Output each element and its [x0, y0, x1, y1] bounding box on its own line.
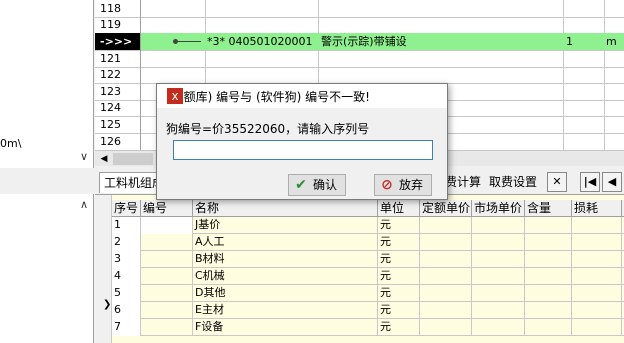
- row-number: 123: [95, 83, 141, 100]
- item-quantity: 1: [566, 35, 573, 48]
- serial-mismatch-dialog: (定额库) 编号与 (软件狗) 编号不一致! x 狗编号=价35522060，请…: [156, 83, 448, 200]
- row-unit: 元: [378, 268, 420, 285]
- row-number: 124: [95, 99, 141, 116]
- dialog-titlebar[interactable]: (定额库) 编号与 (软件狗) 编号不一致! x: [157, 84, 447, 108]
- resource-grid-header: 序号 编号 名称 单位 定额单价 市场单价 含量 损耗: [112, 200, 624, 217]
- header-unit[interactable]: 单位: [378, 200, 420, 217]
- row-no: 2: [112, 234, 141, 251]
- header-code[interactable]: 编号: [141, 200, 193, 217]
- scroll-left-icon[interactable]: ◀: [97, 152, 111, 166]
- item-code: *3* 040501020001: [207, 35, 313, 48]
- row-name: B材料: [193, 251, 378, 268]
- header-market-price[interactable]: 市场单价: [472, 200, 525, 217]
- table-row[interactable]: 1 J基价 元: [112, 217, 624, 234]
- close-button[interactable]: x: [167, 88, 183, 104]
- row-selector-strip[interactable]: [95, 195, 112, 343]
- table-row[interactable]: 118: [95, 0, 624, 18]
- row-unit: 元: [378, 234, 420, 251]
- row-number: ->>>: [95, 33, 141, 50]
- prev-page-icon[interactable]: ◀: [602, 172, 622, 192]
- confirm-label: 确认: [313, 178, 338, 192]
- row-unit: 元: [378, 251, 420, 268]
- table-row[interactable]: 3 B材料 元: [112, 251, 624, 268]
- header-name[interactable]: 名称: [193, 200, 378, 217]
- header-no[interactable]: 序号: [112, 200, 141, 217]
- item-name: 警示(示踪)带铺设: [321, 35, 407, 48]
- row-name: F设备: [193, 319, 378, 336]
- table-row-current[interactable]: ->>> *3* 040501020001 警示(示踪)带铺设 1 m: [95, 33, 624, 51]
- left-tree-panel[interactable]: 0m\ ∨: [0, 0, 94, 168]
- close-icon[interactable]: ✕: [547, 172, 567, 192]
- scroll-thumb[interactable]: [113, 153, 153, 165]
- row-number: 126: [95, 133, 141, 150]
- header-content[interactable]: 含量: [525, 200, 572, 217]
- row-unit: 元: [378, 285, 420, 302]
- left-lower-panel[interactable]: ∧: [0, 194, 94, 343]
- row-name: E主材: [193, 302, 378, 319]
- table-row[interactable]: 2 A人工 元: [112, 234, 624, 251]
- table-row[interactable]: 6 E主材 元: [112, 302, 624, 319]
- row-unit: 元: [378, 302, 420, 319]
- row-name: A人工: [193, 234, 378, 251]
- row-name: D其他: [193, 285, 378, 302]
- row-name: C机械: [193, 268, 378, 285]
- row-no: 1: [112, 217, 141, 234]
- dialog-title: (定额库) 编号与 (软件狗) 编号不一致!: [167, 90, 370, 104]
- row-no: 6: [112, 302, 141, 319]
- header-loss[interactable]: 损耗: [572, 200, 622, 217]
- table-row[interactable]: 5 D其他 元: [112, 285, 624, 302]
- chevron-down-icon[interactable]: ∨: [80, 150, 88, 163]
- row-number: 125: [95, 116, 141, 133]
- row-number: 122: [95, 66, 141, 83]
- row-no: 4: [112, 268, 141, 285]
- tree-path-text: 0m\: [0, 137, 22, 150]
- serial-number-input[interactable]: [173, 140, 433, 160]
- table-row[interactable]: 7 F设备 元: [112, 319, 624, 336]
- table-row[interactable]: 4 C机械 元: [112, 268, 624, 285]
- current-row-indicator-icon: ❯: [103, 299, 112, 310]
- item-unit: m: [606, 35, 617, 48]
- checkmark-icon: ✔: [295, 177, 307, 193]
- chevron-up-icon[interactable]: ∧: [80, 198, 88, 211]
- row-no: 5: [112, 285, 141, 302]
- table-row[interactable]: 121: [95, 50, 624, 68]
- row-no: 3: [112, 251, 141, 268]
- first-page-icon[interactable]: |◀: [580, 172, 600, 192]
- confirm-button[interactable]: ✔ 确认: [288, 174, 346, 196]
- row-number: 119: [95, 16, 141, 33]
- row-code: [141, 217, 193, 234]
- table-row[interactable]: 119: [95, 16, 624, 34]
- row-name: J基价: [193, 217, 378, 234]
- cancel-label: 放弃: [399, 178, 424, 192]
- table-row[interactable]: 122: [95, 66, 624, 84]
- row-unit: 元: [378, 319, 420, 336]
- resource-grid[interactable]: ❯ 序号 编号 名称 单位 定额单价 市场单价 含量 损耗 1 J基价 元 2 …: [95, 195, 624, 343]
- cancel-button[interactable]: ⊘ 放弃: [374, 174, 432, 196]
- header-quota-price[interactable]: 定额单价: [420, 200, 472, 217]
- row-number: 118: [95, 0, 141, 17]
- row-no: 7: [112, 319, 141, 336]
- row-number: 121: [95, 50, 141, 67]
- row-unit: 元: [378, 217, 420, 234]
- prohibited-icon: ⊘: [381, 177, 393, 193]
- tab-fee-settings[interactable]: 取费设置: [485, 172, 541, 193]
- serial-prompt: 狗编号=价35522060，请输入序列号: [166, 122, 370, 136]
